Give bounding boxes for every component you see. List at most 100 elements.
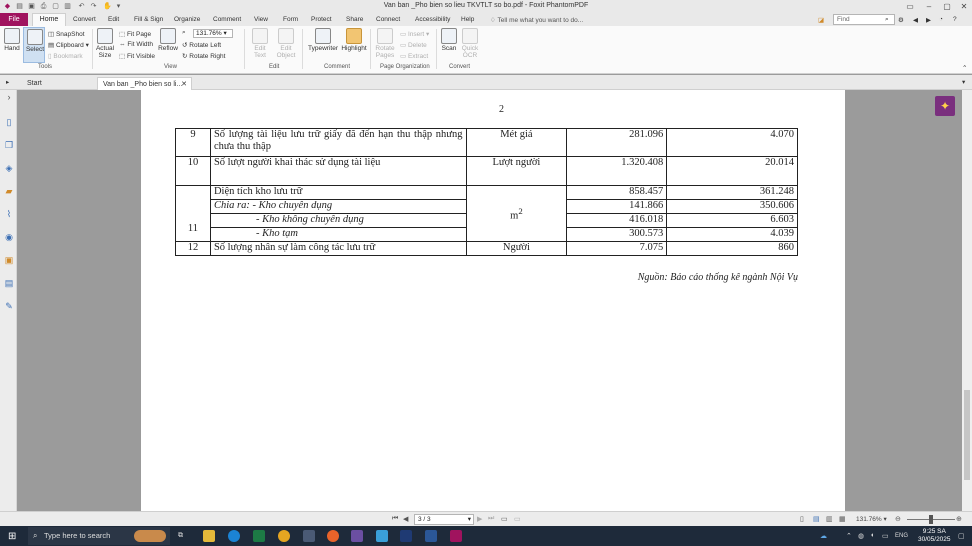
tab-view[interactable]: View	[254, 16, 268, 23]
tab-home[interactable]: Home	[32, 13, 66, 26]
minimize-button[interactable]: –	[922, 1, 936, 12]
actual-size-button[interactable]: Actual Size	[95, 28, 115, 59]
tab-fill-sign[interactable]: Fill & Sign	[134, 16, 163, 23]
file-menu[interactable]: File	[0, 13, 28, 26]
bookmarks-icon[interactable]: ▯	[4, 117, 14, 127]
content-icon[interactable]: ◉	[4, 232, 14, 242]
fit-visible-button[interactable]: ⬚ Fit Visible	[119, 52, 155, 60]
single-page-icon[interactable]: ▯	[800, 515, 804, 523]
next-result-icon[interactable]: ▶	[926, 16, 931, 24]
language-indicator[interactable]: ENG	[895, 533, 908, 539]
continuous-page-icon[interactable]: ▤	[813, 515, 820, 523]
tab-form[interactable]: Form	[283, 16, 298, 23]
tab-edit[interactable]: Edit	[108, 16, 119, 23]
show-hidden-icons[interactable]: ⌃	[846, 532, 852, 540]
maximize-button[interactable]: ▢	[940, 1, 954, 12]
pages-icon[interactable]: ❐	[4, 140, 14, 150]
cloud-icon[interactable]: ☁	[820, 532, 827, 540]
notifications-icon[interactable]: ▢	[958, 532, 965, 540]
scan-button[interactable]: Scan	[440, 28, 458, 52]
quick-ocr-button[interactable]: Quick OCR	[460, 28, 480, 59]
search-icon[interactable]: ⌕	[885, 16, 889, 24]
layers-icon[interactable]: ◈	[4, 163, 14, 173]
skin-icon[interactable]: ◪	[818, 16, 824, 24]
collapse-ribbon-icon[interactable]: ⌃	[962, 64, 967, 72]
tab-accessibility[interactable]: Accessibility	[415, 16, 450, 23]
attachments-icon[interactable]: ⌇	[4, 209, 14, 219]
facing-view-icon[interactable]: ▭	[514, 515, 521, 523]
hand-button[interactable]: Hand	[3, 28, 21, 52]
fit-page-button[interactable]: ⬚ Fit Page	[119, 30, 151, 38]
delete-button[interactable]: ▭ Delete	[400, 41, 427, 49]
first-page-icon[interactable]: ⏮	[392, 515, 398, 523]
clock[interactable]: 9:25 SA 30/05/2025	[918, 528, 951, 544]
lightbulb-icon[interactable]: ✦	[935, 96, 955, 116]
next-page-icon[interactable]: ▶	[477, 515, 482, 523]
insert-button[interactable]: ▭ Insert ▾	[400, 30, 429, 38]
tab-scroll-icon[interactable]: ▾	[962, 78, 965, 86]
help-icon[interactable]: ?	[953, 16, 957, 23]
zoom-percent[interactable]: 131.76% ▾	[856, 515, 887, 523]
foxit-taskbar-icon[interactable]	[450, 530, 462, 542]
rotate-right-button[interactable]: ↻ Rotate Right	[182, 52, 225, 60]
reflow-button[interactable]: Reflow	[158, 28, 178, 52]
task-view-icon[interactable]: ⧉	[178, 532, 183, 540]
snapshot-button[interactable]: ◫ SnapShot	[48, 30, 85, 38]
signatures-icon[interactable]: ✎	[4, 301, 14, 311]
app-icon[interactable]	[351, 530, 363, 542]
fields-icon[interactable]: ▤	[4, 278, 14, 288]
highlight-button[interactable]: Highlight	[341, 28, 367, 52]
windows-start-icon[interactable]: ⊞	[8, 531, 19, 542]
tab-start[interactable]: Start	[22, 77, 97, 90]
edit-text-button[interactable]: Edit Text	[250, 28, 270, 59]
tab-connect[interactable]: Connect	[376, 16, 400, 23]
typewriter-button[interactable]: Typewriter	[306, 28, 340, 52]
edge-icon[interactable]	[228, 530, 240, 542]
app-icon[interactable]	[376, 530, 388, 542]
tab-protect[interactable]: Protect	[311, 16, 332, 23]
page-dropdown-icon[interactable]: ▾	[468, 515, 471, 524]
word-icon[interactable]	[425, 530, 437, 542]
tab-help[interactable]: Help	[461, 16, 474, 23]
settings-icon[interactable]: ⚙	[898, 16, 904, 24]
continuous-facing-icon[interactable]: ▦	[839, 515, 846, 523]
close-button[interactable]: ✕	[957, 1, 971, 12]
tab-comment[interactable]: Comment	[213, 16, 241, 23]
store-icon[interactable]	[303, 530, 315, 542]
battery-icon[interactable]: ▭	[882, 532, 889, 540]
zoom-in-icon[interactable]: ⊕	[956, 515, 962, 523]
network-icon[interactable]: ◍	[858, 532, 864, 540]
zoom-slider-handle[interactable]	[929, 515, 933, 524]
single-page-view-icon[interactable]: ▭	[501, 515, 508, 523]
weather-widget-icon[interactable]	[134, 530, 166, 542]
rotate-left-button[interactable]: ↺ Rotate Left	[182, 41, 221, 49]
page-number-input[interactable]: 3 / 3 ▾	[414, 514, 474, 525]
prev-page-icon[interactable]: ◀	[403, 515, 408, 523]
speaker-icon[interactable]: ◖	[870, 532, 874, 539]
facing-page-icon[interactable]: ▥	[826, 515, 833, 523]
security-icon[interactable]: ▣	[4, 255, 14, 265]
prev-result-icon[interactable]: ◀	[913, 16, 918, 24]
excel-icon[interactable]	[253, 530, 265, 542]
tab-document[interactable]: Van ban _Pho bien so li... ✕	[97, 77, 192, 90]
firefox-icon[interactable]	[327, 530, 339, 542]
comments-icon[interactable]: ▰	[4, 186, 14, 196]
rotate-pages-button[interactable]: Rotate Pages	[374, 28, 396, 59]
edit-object-button[interactable]: Edit Object	[274, 28, 298, 59]
fit-width-button[interactable]: ⇔ Fit Width	[119, 41, 153, 48]
last-page-icon[interactable]: ⏭	[488, 515, 494, 523]
tell-me-search[interactable]: ♢ Tell me what you want to do...	[490, 16, 583, 24]
tab-share[interactable]: Share	[346, 16, 363, 23]
select-button[interactable]: Select	[23, 27, 45, 63]
tab-organize[interactable]: Organize	[174, 16, 200, 23]
scrollbar-thumb[interactable]	[964, 390, 970, 480]
bell-icon[interactable]: ◔	[939, 16, 943, 23]
zoom-select[interactable]: 131.76% ▾	[193, 29, 233, 38]
zoom-icon[interactable]: ⌕	[182, 29, 186, 37]
file-explorer-icon[interactable]	[203, 530, 215, 542]
extract-button[interactable]: ▭ Extract	[400, 52, 428, 60]
bookmark-button[interactable]: ▯ Bookmark	[48, 52, 83, 60]
restore-ribbon-icon[interactable]: ▭	[903, 1, 917, 12]
clipboard-button[interactable]: ▤ Clipboard ▾	[48, 41, 89, 49]
tab-menu-icon[interactable]: ▸	[6, 78, 9, 86]
